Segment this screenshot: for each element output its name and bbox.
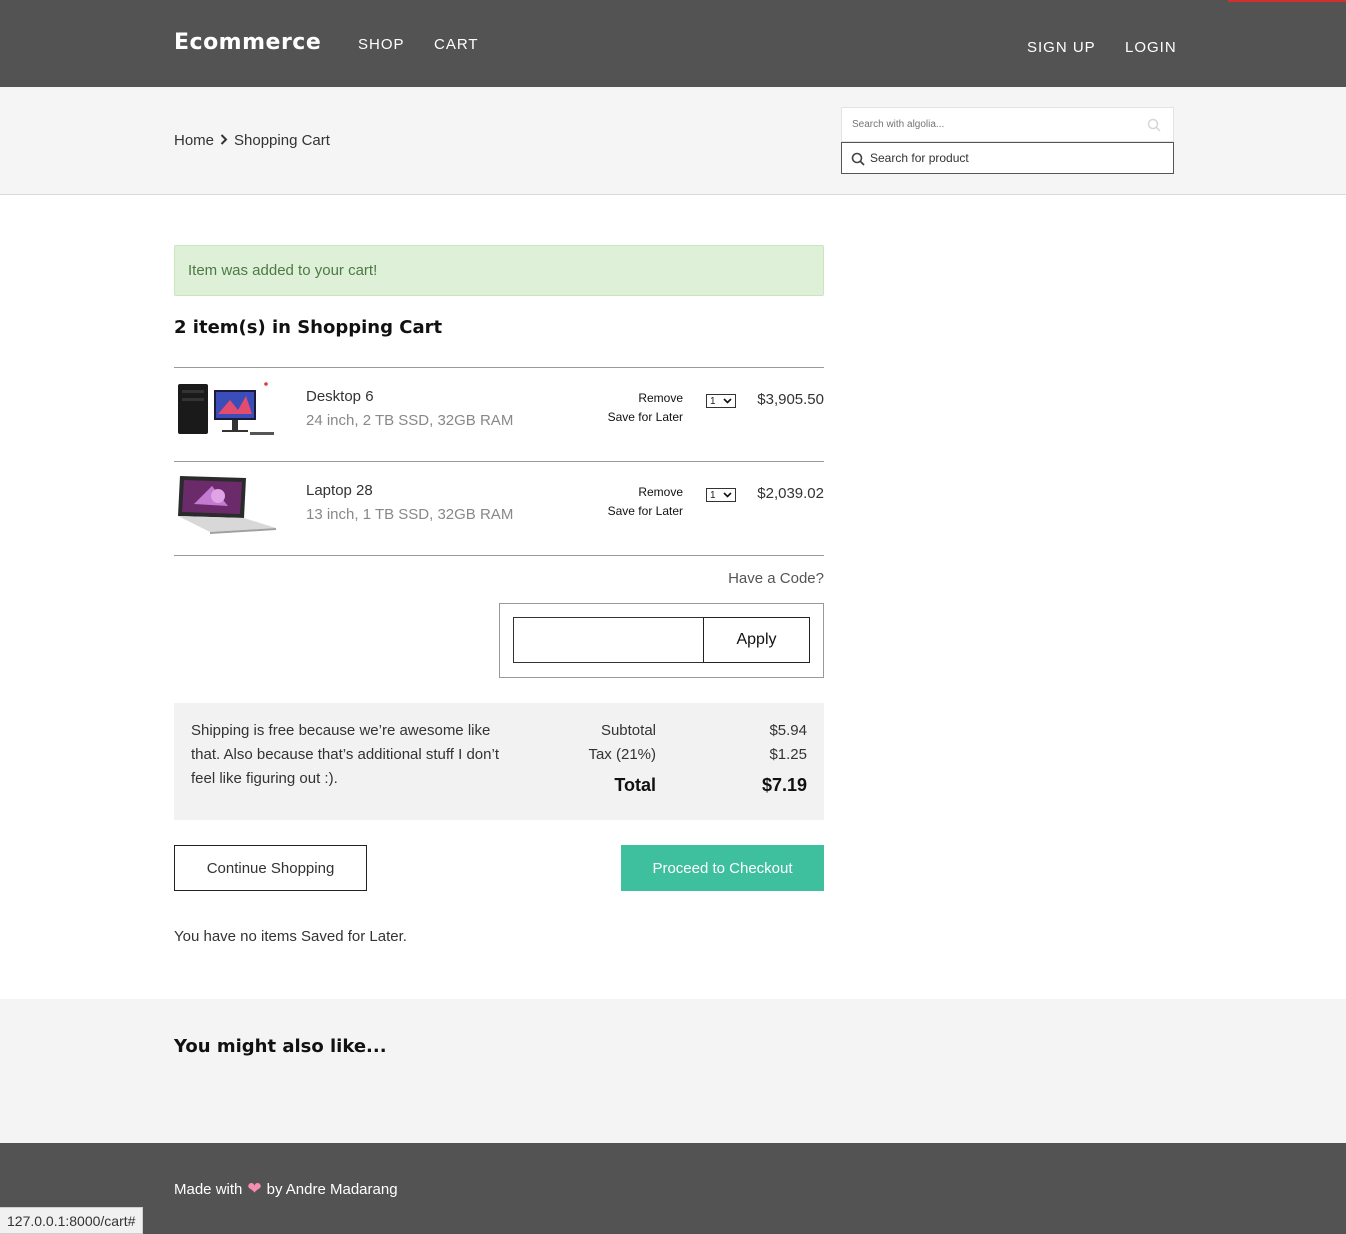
item-price: $3,905.50 (757, 391, 824, 408)
breadcrumb: Home Shopping Cart (174, 132, 330, 149)
nav-login[interactable]: LOGIN (1125, 39, 1177, 56)
chevron-down-icon (723, 396, 732, 406)
accent-line (1228, 0, 1346, 2)
remove-button[interactable]: Remove (608, 389, 683, 408)
cart-row: Laptop 28 13 inch, 1 TB SSD, 32GB RAM Re… (174, 461, 824, 555)
item-price: $2,039.02 (757, 485, 824, 502)
search-icon (851, 152, 865, 166)
item-details: 24 inch, 2 TB SSD, 32GB RAM (306, 412, 514, 429)
breadcrumb-home[interactable]: Home (174, 132, 214, 149)
also-like-heading: You might also like... (174, 1036, 387, 1057)
item-actions: Remove Save for Later (608, 483, 683, 521)
totals-labels: Subtotal Tax (21%) Total (588, 719, 656, 797)
laptop-image[interactable] (174, 474, 278, 534)
quantity-select[interactable]: 1 (706, 488, 736, 502)
cart-totals: Shipping is free because we’re awesome l… (174, 703, 824, 820)
footer-made-with: Made with (174, 1180, 243, 1198)
proceed-to-checkout-button[interactable]: Proceed to Checkout (621, 845, 824, 891)
total-value: $7.19 (761, 775, 807, 795)
product-search-input[interactable] (870, 143, 1160, 173)
top-navbar: Ecommerce SHOP CART SIGN UP LOGIN (0, 0, 1346, 87)
footer: Made with ❤ by Andre Madarang (0, 1143, 1346, 1234)
apply-coupon-button[interactable]: Apply (703, 617, 810, 663)
tax-value: $1.25 (769, 746, 807, 763)
save-for-later-button[interactable]: Save for Later (608, 408, 683, 427)
product-search-box[interactable] (841, 142, 1174, 174)
tax-label: Tax (21%) (588, 746, 656, 763)
item-name[interactable]: Desktop 6 (306, 388, 374, 405)
coupon-prompt: Have a Code? (728, 570, 824, 587)
item-actions: Remove Save for Later (608, 389, 683, 427)
algolia-search-input[interactable] (842, 108, 1173, 141)
cart-heading: 2 item(s) in Shopping Cart (174, 317, 443, 338)
item-details: 13 inch, 1 TB SSD, 32GB RAM (306, 506, 514, 523)
coupon-form: Apply (499, 603, 824, 678)
heart-icon: ❤ (247, 1179, 262, 1198)
item-name[interactable]: Laptop 28 (306, 482, 373, 499)
coupon-code-input[interactable] (513, 617, 703, 663)
algolia-search-box[interactable] (841, 107, 1174, 142)
remove-button[interactable]: Remove (608, 483, 683, 502)
breadcrumb-bar: Home Shopping Cart (0, 87, 1346, 195)
totals-values: $5.94 $1.25 $7.19 (762, 719, 807, 797)
also-like-section: You might also like... (0, 999, 1346, 1143)
chevron-down-icon (723, 490, 732, 500)
shipping-note: Shipping is free because we’re awesome l… (191, 722, 499, 787)
nav-shop[interactable]: SHOP (358, 36, 405, 53)
success-alert: Item was added to your cart! (174, 245, 824, 296)
nav-cart[interactable]: CART (434, 36, 479, 53)
footer-credit: Made with ❤ by Andre Madarang (174, 1179, 398, 1199)
brand-logo[interactable]: Ecommerce (174, 30, 321, 55)
search-icon[interactable] (1147, 118, 1161, 132)
quantity-value: 1 (710, 489, 716, 501)
link-status-bar: 127.0.0.1:8000/cart# (0, 1207, 144, 1234)
chevron-right-icon (220, 133, 228, 148)
total-label: Total (614, 775, 656, 795)
subtotal-label: Subtotal (600, 722, 656, 739)
subtotal-value: $5.94 (769, 722, 807, 739)
desktop-image[interactable] (174, 380, 278, 440)
continue-shopping-button[interactable]: Continue Shopping (174, 845, 367, 891)
quantity-select[interactable]: 1 (706, 394, 736, 408)
cart-row: Desktop 6 24 inch, 2 TB SSD, 32GB RAM Re… (174, 367, 824, 461)
save-for-later-button[interactable]: Save for Later (608, 502, 683, 521)
footer-author: by Andre Madarang (266, 1180, 398, 1198)
nav-sign-up[interactable]: SIGN UP (1027, 39, 1096, 56)
saved-for-later-note: You have no items Saved for Later. (174, 928, 407, 945)
breadcrumb-current: Shopping Cart (234, 132, 330, 149)
quantity-value: 1 (710, 395, 716, 407)
divider (174, 555, 824, 556)
